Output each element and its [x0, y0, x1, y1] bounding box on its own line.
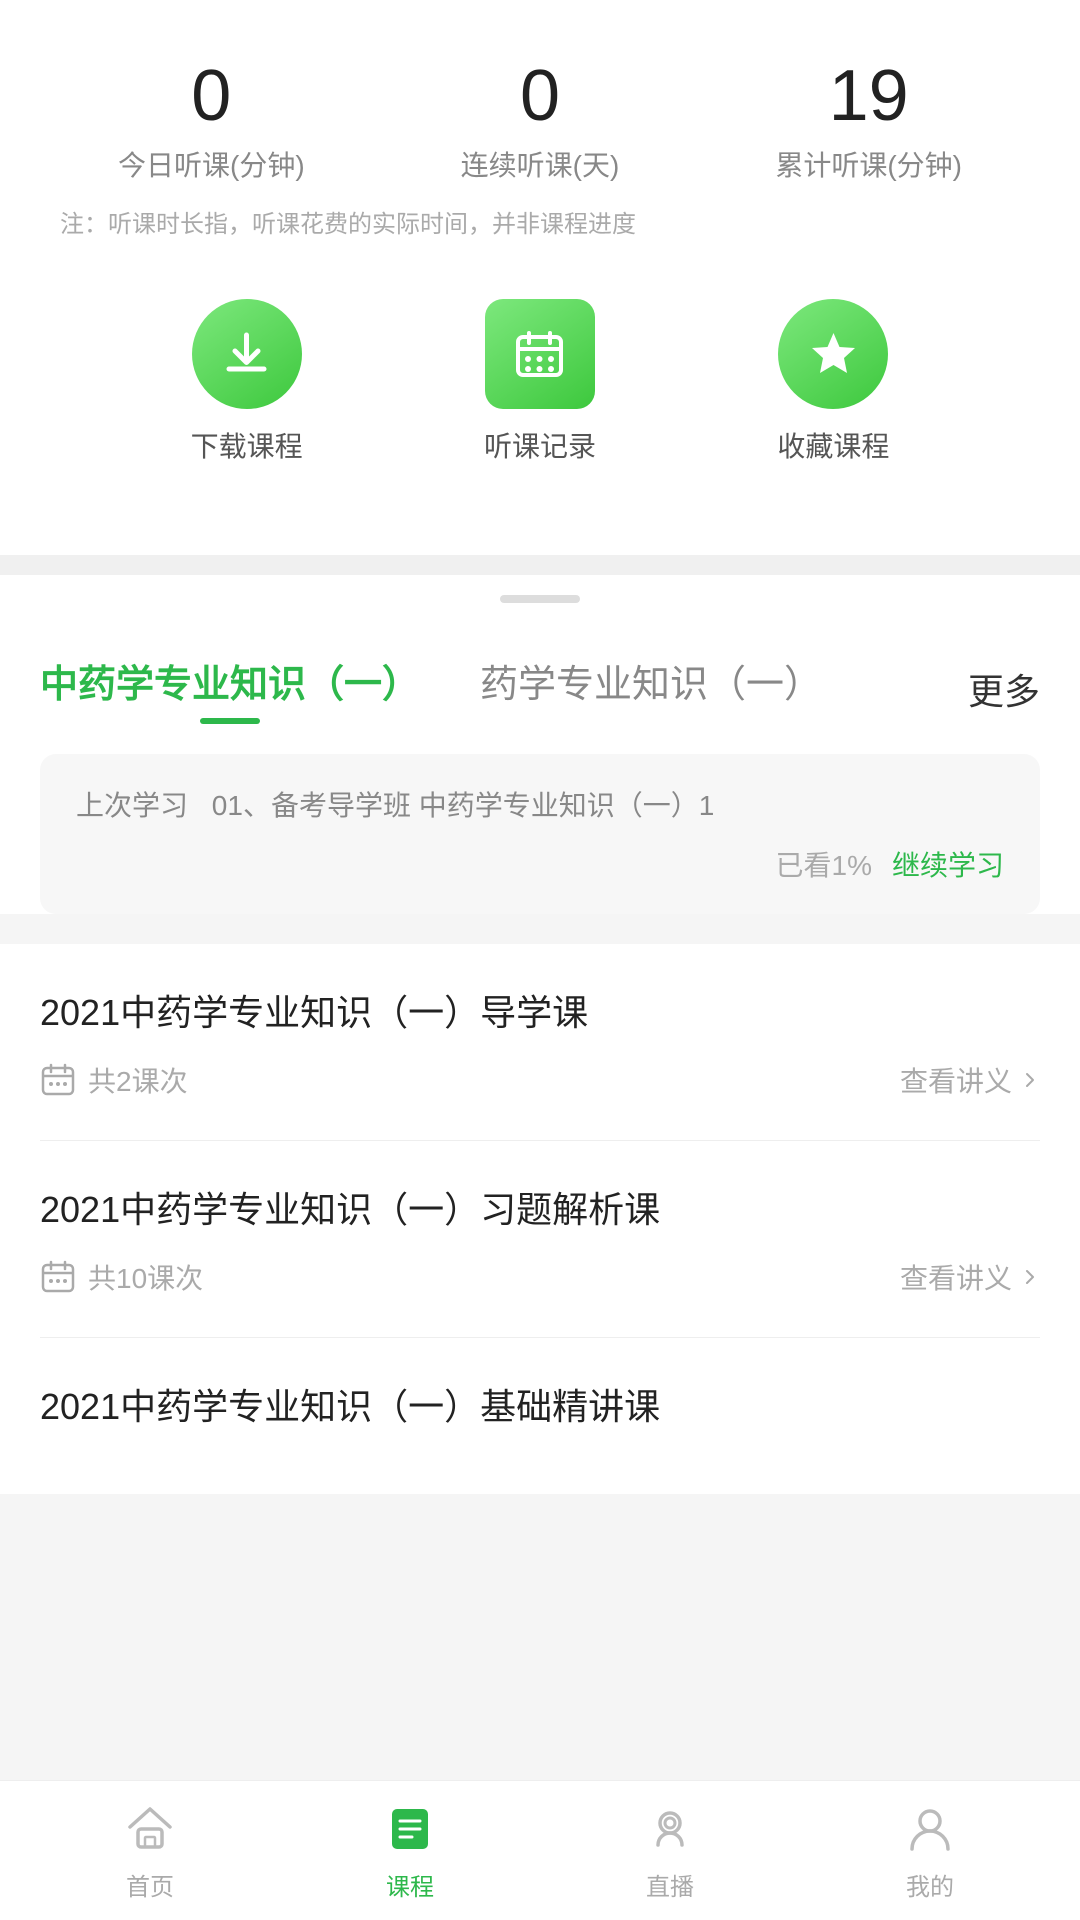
lessons-count-1: 共2课次 — [88, 1060, 188, 1100]
calendar-icon — [512, 327, 567, 382]
favorites-icon-circle — [778, 299, 888, 409]
last-study-progress: 已看1% 继续学习 — [76, 844, 1004, 884]
view-notes-button-1[interactable]: 查看讲义 — [900, 1060, 1040, 1100]
history-icon-square — [485, 299, 595, 409]
last-study-content: 01、备考导学班 中药学专业知识（一）1 — [212, 790, 715, 821]
tabs-section: 中药学专业知识（一） 药学专业知识（一） 更多 上次学习 01、备考导学班 中药… — [0, 623, 1080, 914]
continuous-days-value: 0 — [520, 60, 560, 132]
stats-row: 0 今日听课(分钟) 0 连续听课(天) 19 累计听课(分钟) — [40, 60, 1040, 184]
course-item-1: 2021中药学专业知识（一）导学课 共2课次 查看讲义 — [40, 944, 1040, 1141]
favorites-label: 收藏课程 — [777, 425, 889, 465]
action-history[interactable]: 听课记录 — [484, 299, 596, 465]
course-lessons-2: 共10课次 — [40, 1257, 203, 1297]
download-icon-circle — [192, 299, 302, 409]
calendar-small-icon-2 — [40, 1259, 76, 1295]
course-name-1: 2021中药学专业知识（一）导学课 — [40, 984, 1040, 1036]
calendar-small-icon-1 — [40, 1062, 76, 1098]
last-study-prefix: 上次学习 — [76, 790, 188, 821]
course-list: 2021中药学专业知识（一）导学课 共2课次 查看讲义 — [0, 944, 1080, 1494]
today-minutes-label: 今日听课(分钟) — [118, 144, 305, 184]
tab-more-button[interactable]: 更多 — [968, 663, 1040, 715]
download-label: 下载课程 — [191, 425, 303, 465]
nav-live[interactable]: 直播 — [540, 1799, 800, 1902]
history-label: 听课记录 — [484, 425, 596, 465]
progress-percentage: 已看1% — [776, 844, 872, 884]
course-item-2: 2021中药学专业知识（一）习题解析课 共10课次 查看讲义 — [40, 1141, 1040, 1338]
stat-continuous: 0 连续听课(天) — [461, 60, 620, 184]
tab-yaoxue[interactable]: 药学专业知识（一） — [480, 653, 822, 724]
chevron-right-icon-2 — [1020, 1267, 1040, 1287]
nav-course[interactable]: 课程 — [280, 1799, 540, 1902]
course-name-2: 2021中药学专业知识（一）习题解析课 — [40, 1181, 1040, 1233]
course-item-3: 2021中药学专业知识（一）基础精讲课 — [40, 1338, 1040, 1494]
download-icon — [219, 327, 274, 382]
home-nav-label: 首页 — [126, 1867, 174, 1902]
star-icon — [806, 327, 861, 382]
stat-today: 0 今日听课(分钟) — [118, 60, 305, 184]
nav-mine[interactable]: 我的 — [800, 1799, 1060, 1902]
live-icon — [640, 1799, 700, 1859]
last-study-title: 上次学习 01、备考导学班 中药学专业知识（一）1 — [76, 784, 1004, 824]
view-notes-button-2[interactable]: 查看讲义 — [900, 1257, 1040, 1297]
course-lessons-1: 共2课次 — [40, 1060, 188, 1100]
stat-note: 注：听课时长指，听课花费的实际时间，并非课程进度 — [40, 204, 1040, 239]
bottom-spacer — [0, 1494, 1080, 1654]
mine-nav-label: 我的 — [906, 1867, 954, 1902]
live-nav-label: 直播 — [646, 1867, 694, 1902]
action-download[interactable]: 下载课程 — [191, 299, 303, 465]
course-meta-1: 共2课次 查看讲义 — [40, 1060, 1040, 1100]
today-minutes-value: 0 — [191, 60, 231, 132]
bottom-nav: 首页 课程 直播 我的 — [0, 1780, 1080, 1920]
stats-section: 0 今日听课(分钟) 0 连续听课(天) 19 累计听课(分钟) 注：听课时长指… — [0, 0, 1080, 555]
section-divider — [0, 555, 1080, 575]
quick-actions: 下载课程 听课记录 — [40, 279, 1040, 515]
tab-zhongyao[interactable]: 中药学专业知识（一） — [40, 653, 420, 724]
home-icon — [120, 1799, 180, 1859]
tabs-row: 中药学专业知识（一） 药学专业知识（一） 更多 — [40, 623, 1040, 724]
action-favorites[interactable]: 收藏课程 — [777, 299, 889, 465]
chevron-right-icon-1 — [1020, 1070, 1040, 1090]
total-minutes-label: 累计听课(分钟) — [775, 144, 962, 184]
course-name-3: 2021中药学专业知识（一）基础精讲课 — [40, 1378, 1040, 1430]
last-study-card: 上次学习 01、备考导学班 中药学专业知识（一）1 已看1% 继续学习 — [40, 754, 1040, 914]
course-icon — [380, 1799, 440, 1859]
continue-study-button[interactable]: 继续学习 — [892, 844, 1004, 884]
total-minutes-value: 19 — [829, 60, 909, 132]
drag-handle-bar — [500, 595, 580, 603]
continuous-days-label: 连续听课(天) — [461, 144, 620, 184]
course-nav-label: 课程 — [386, 1867, 434, 1902]
lessons-count-2: 共10课次 — [88, 1257, 203, 1297]
stat-total: 19 累计听课(分钟) — [775, 60, 962, 184]
nav-home[interactable]: 首页 — [20, 1799, 280, 1902]
course-meta-2: 共10课次 查看讲义 — [40, 1257, 1040, 1297]
mine-icon — [900, 1799, 960, 1859]
drag-handle — [0, 575, 1080, 623]
